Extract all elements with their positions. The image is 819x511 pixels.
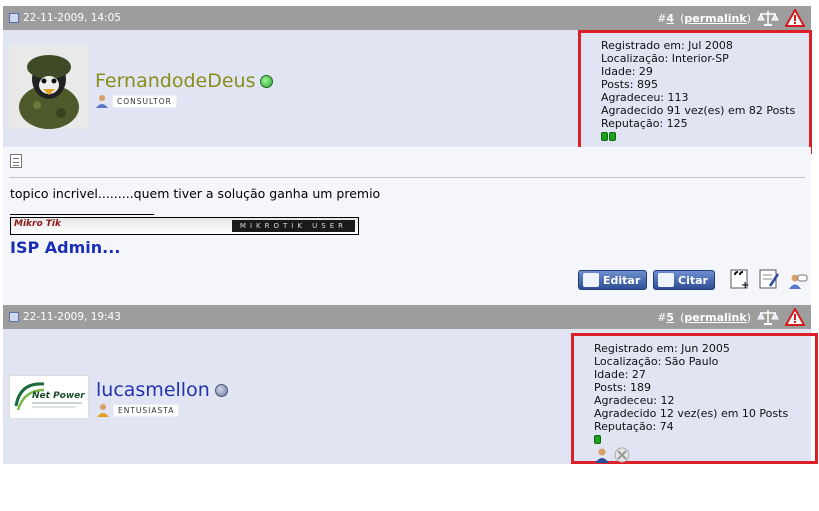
location: Localização: São Paulo xyxy=(594,355,719,368)
registered-date: Registrado em: Jun 2005 xyxy=(594,342,730,355)
thanked-by-count: Agradecido 91 vez(es) em 82 Posts xyxy=(601,104,796,117)
block-icon[interactable] xyxy=(614,447,630,463)
edit-icon xyxy=(583,273,599,287)
permalink-link[interactable]: permalink xyxy=(684,311,746,324)
username[interactable]: lucasmellon xyxy=(96,379,228,401)
location: Localização: Interior-SP xyxy=(601,52,729,65)
svg-text:+: + xyxy=(741,280,749,290)
reputation-bar xyxy=(601,132,809,141)
scale-icon[interactable] xyxy=(757,308,779,326)
permalink-link[interactable]: permalink xyxy=(684,12,746,25)
signature-banner: Mikro Tik MIKROTIK USER xyxy=(10,217,359,235)
avatar[interactable] xyxy=(9,45,89,129)
quick-reply-icon[interactable] xyxy=(758,268,780,290)
content-divider xyxy=(9,177,805,178)
warning-icon[interactable] xyxy=(785,9,805,27)
post-date: 22-11-2009, 14:05 xyxy=(23,12,121,24)
quote-icon xyxy=(658,273,674,287)
age: Idade: 27 xyxy=(594,368,646,381)
user-info-row: FernandodeDeus CONSULTOR Registrado em: … xyxy=(3,30,812,154)
multi-quote-icon[interactable]: + xyxy=(729,268,751,290)
thanked-count: Agradeceu: 113 xyxy=(601,91,689,104)
offline-status-icon xyxy=(214,384,228,397)
post-header: 22-11-2009, 19:43 #5 (permalink) xyxy=(3,305,811,329)
reputation-bar xyxy=(594,435,815,444)
user-rank: ENTUSIASTA xyxy=(96,403,180,417)
post-count: Posts: 895 xyxy=(601,78,658,91)
post-number[interactable]: #5 xyxy=(657,311,674,324)
thanked-by-count: Agradecido 12 vez(es) em 10 Posts xyxy=(594,407,789,420)
user-details-box: Registrado em: Jul 2008 Localização: Int… xyxy=(578,30,812,154)
post-number[interactable]: #4 xyxy=(657,12,674,25)
reputation: Reputação: 125 xyxy=(601,117,688,130)
svg-text:Net Power: Net Power xyxy=(32,391,85,401)
quote-button[interactable]: Citar xyxy=(653,270,715,290)
rank-person-icon xyxy=(97,404,109,417)
signature-separator xyxy=(10,214,154,215)
avatar[interactable]: Net Power xyxy=(9,375,89,419)
post-header: 22-11-2009, 14:05 #4 (permalink) xyxy=(3,6,811,30)
age: Idade: 29 xyxy=(601,65,653,78)
user-info-row: Net Power lucasmellon ENTUSIASTA Registr… xyxy=(3,329,818,464)
post-message: topico incrivel.........quem tiver a sol… xyxy=(10,186,381,201)
post-count: Posts: 189 xyxy=(594,381,651,394)
registered-date: Registrado em: Jul 2008 xyxy=(601,39,733,52)
warning-icon[interactable] xyxy=(785,308,805,326)
edit-button[interactable]: Editar xyxy=(578,270,648,290)
online-status-icon xyxy=(260,75,274,88)
user-rank: CONSULTOR xyxy=(95,94,177,108)
document-icon xyxy=(10,154,22,168)
user-details-box: Registrado em: Jun 2005 Localização: São… xyxy=(571,333,818,464)
ip-icon[interactable] xyxy=(786,271,808,293)
post-body: topico incrivel.........quem tiver a sol… xyxy=(3,147,811,305)
username[interactable]: FernandodeDeus xyxy=(95,70,274,92)
signature-text: ISP Admin... xyxy=(10,238,121,257)
date-icon xyxy=(9,13,19,23)
thanked-count: Agradeceu: 12 xyxy=(594,394,675,407)
post-date: 22-11-2009, 19:43 xyxy=(23,311,121,323)
reputation: Reputação: 74 xyxy=(594,420,674,433)
scale-icon[interactable] xyxy=(757,9,779,27)
date-icon xyxy=(9,312,19,322)
rank-person-icon xyxy=(96,95,108,108)
profile-icon[interactable] xyxy=(594,447,610,463)
